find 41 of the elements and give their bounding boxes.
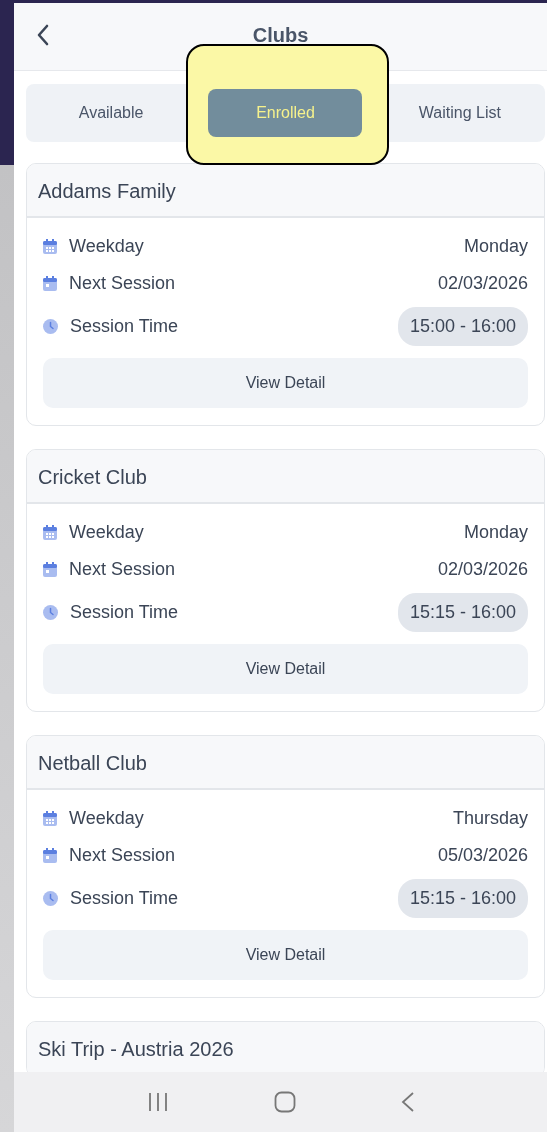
view-detail-button[interactable]: View Detail bbox=[43, 930, 528, 980]
field-label: Weekday bbox=[69, 808, 144, 829]
field-value: 05/03/2026 bbox=[437, 845, 528, 866]
calendar-icon bbox=[43, 562, 57, 577]
clock-icon bbox=[43, 319, 58, 334]
field-label: Weekday bbox=[69, 236, 144, 257]
club-name: Addams Family bbox=[38, 180, 176, 202]
field-label: Session Time bbox=[70, 602, 179, 623]
time-badge: 15:15 - 16:00 bbox=[397, 593, 528, 632]
view-detail-button[interactable]: View Detail bbox=[43, 358, 528, 408]
field-value: 02/03/2026 bbox=[437, 273, 528, 294]
recent-apps-icon[interactable] bbox=[146, 1092, 169, 1112]
page-title: Clubs bbox=[252, 24, 309, 47]
time-badge: 15:15 - 16:00 bbox=[397, 879, 528, 918]
field-value: Monday bbox=[463, 522, 528, 543]
field-label: Session Time bbox=[70, 888, 179, 909]
field-label: Next Session bbox=[69, 845, 176, 866]
clock-icon bbox=[43, 891, 58, 906]
club-name: Ski Trip - Austria 2026 bbox=[38, 1038, 234, 1060]
field-label: Session Time bbox=[70, 316, 179, 337]
field-label: Weekday bbox=[69, 522, 144, 543]
calendar-icon bbox=[43, 525, 57, 540]
calendar-icon bbox=[43, 239, 57, 254]
field-value: 02/03/2026 bbox=[437, 559, 528, 580]
tab[interactable]: Available bbox=[52, 89, 170, 137]
view-detail-button[interactable]: View Detail bbox=[43, 644, 528, 694]
field-value: Thursday bbox=[452, 808, 528, 829]
home-icon[interactable] bbox=[273, 1091, 296, 1113]
field-value: Monday bbox=[463, 236, 528, 257]
calendar-icon bbox=[43, 811, 57, 826]
tab[interactable]: Waiting List bbox=[392, 89, 527, 137]
clock-icon bbox=[43, 605, 58, 620]
back-icon[interactable] bbox=[36, 22, 50, 47]
back-icon[interactable] bbox=[400, 1091, 415, 1113]
field-label: Next Session bbox=[69, 559, 176, 580]
time-badge: 15:00 - 16:00 bbox=[397, 307, 528, 346]
calendar-icon bbox=[43, 848, 57, 863]
calendar-icon bbox=[43, 276, 57, 291]
club-name: Cricket Club bbox=[38, 466, 147, 488]
club-name: Netball Club bbox=[38, 752, 147, 774]
field-label: Next Session bbox=[69, 273, 176, 294]
